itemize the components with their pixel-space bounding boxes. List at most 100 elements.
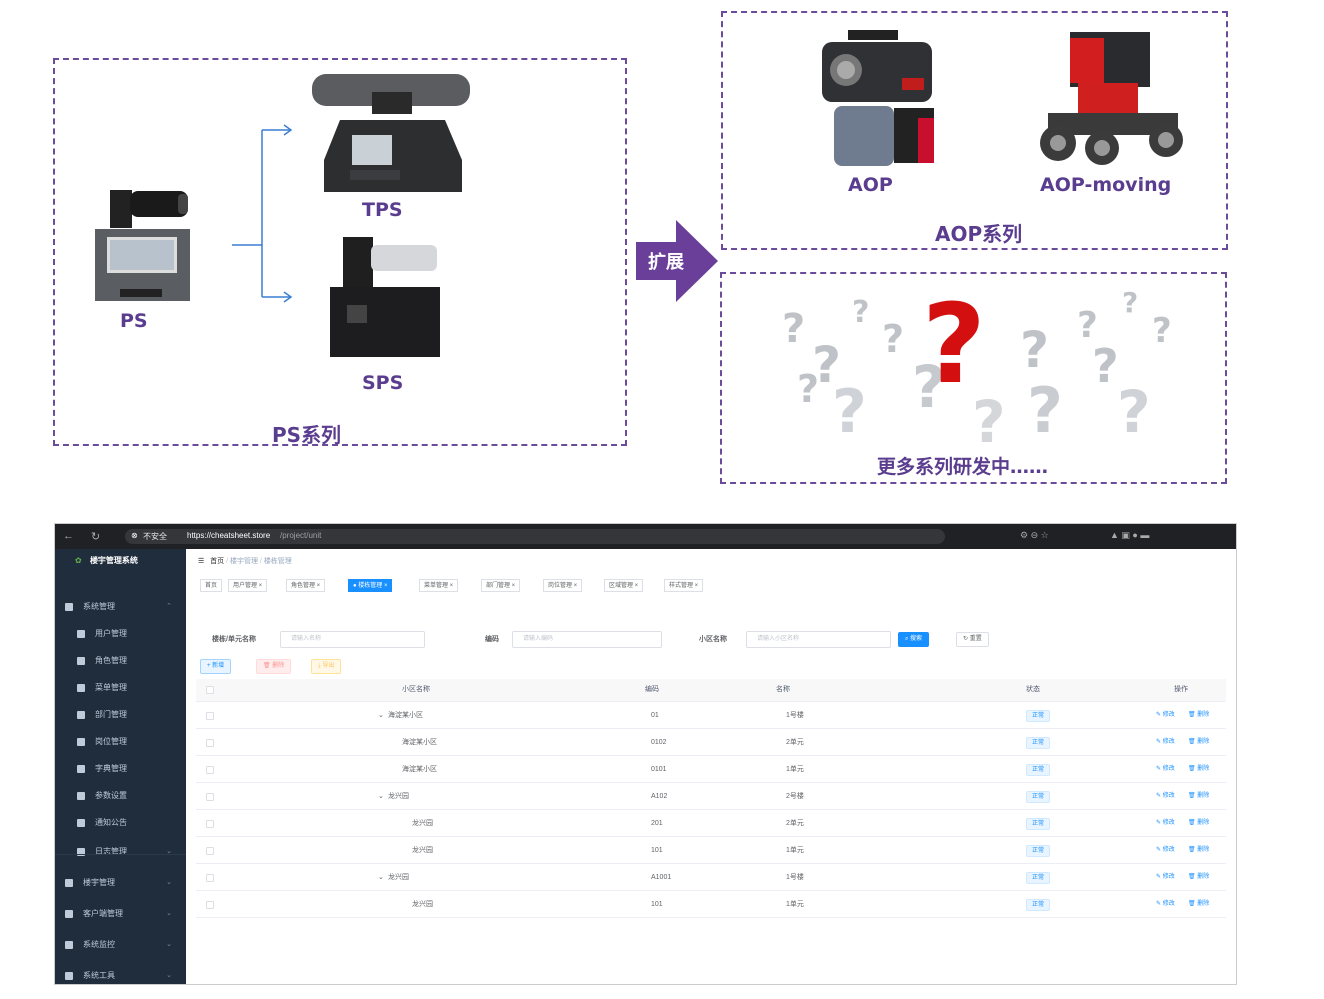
delete-row-button[interactable]: 🗑 删除 [1188,702,1209,729]
delete-row-button[interactable]: 🗑 删除 [1188,891,1209,918]
tab-item[interactable]: 样式管理 × [664,579,704,592]
expand-icon[interactable]: ⌄ [378,783,384,810]
sidebar-item[interactable]: 字典管理 [55,755,186,782]
reset-button[interactable]: ↻ 重置 [956,632,989,647]
select-all-checkbox[interactable] [206,686,214,694]
close-icon[interactable]: × [448,583,454,589]
breadcrumb-item[interactable]: 楼宇管理 [230,558,258,565]
hamburger-icon[interactable]: ☰ [198,558,204,565]
table-row: 龙兴园 201 2单元 正常 ✎ 修改 🗑 删除 [196,810,1226,837]
row-checkbox[interactable] [206,793,214,801]
sidebar-item-label: 用户管理 [95,629,127,638]
name-cell: 2单元 [786,820,804,827]
close-icon[interactable]: × [693,583,699,589]
sidebar-item-label: 参数设置 [95,791,127,800]
profile-icons[interactable]: ▲ ▣ ● ▬ [1110,530,1149,541]
tab-item[interactable]: 菜单管理 × [419,579,459,592]
sidebar-item[interactable]: 岗位管理 [55,728,186,755]
dept-icon [77,711,85,719]
tab-item[interactable]: 首页 [200,579,223,592]
name-cell: 2单元 [786,739,804,746]
sidebar-item[interactable]: 角色管理 [55,647,186,674]
delete-row-button[interactable]: 🗑 删除 [1188,810,1209,837]
name-cell: 1单元 [786,847,804,854]
close-icon[interactable]: × [633,583,639,589]
edit-button[interactable]: ✎ 修改 [1156,864,1175,891]
row-checkbox[interactable] [206,901,214,909]
edit-button[interactable]: ✎ 修改 [1156,729,1175,756]
sidebar-item[interactable]: 系统工具 ⌄ [55,962,186,984]
svg-text:?: ? [852,295,869,330]
tab-item[interactable]: 用户管理 × [228,579,268,592]
name-search-input[interactable]: 请输入名称 [280,631,425,648]
edit-button[interactable]: ✎ 修改 [1156,891,1175,918]
row-checkbox[interactable] [206,739,214,747]
row-checkbox[interactable] [206,874,214,882]
delete-row-button[interactable]: 🗑 删除 [1188,783,1209,810]
close-icon[interactable]: × [510,583,516,589]
row-checkbox[interactable] [206,847,214,855]
delete-button[interactable]: 🗑 删除 [256,659,292,674]
tab-item[interactable]: 区域管理 × [604,579,644,592]
code-cell: 101 [651,847,663,854]
question-marks-image: ? ? ? ? ? ? ? ? ? ? ? ? ? ? ? ? [782,282,1172,450]
edit-button[interactable]: ✎ 修改 [1156,702,1175,729]
sidebar-item[interactable]: 客户端管理 ⌄ [55,900,186,927]
edit-button[interactable]: ✎ 修改 [1156,810,1175,837]
chevron-icon: ⌄ [166,910,172,917]
edit-button[interactable]: ✎ 修改 [1156,756,1175,783]
tab-item[interactable]: 部门管理 × [481,579,521,592]
close-icon[interactable]: × [257,583,263,589]
address-bar[interactable]: ⊗ 不安全 https://cheatsheet.store /project/… [125,529,945,544]
row-checkbox[interactable] [206,712,214,720]
sidebar-item[interactable]: 用户管理 [55,620,186,647]
reload-icon[interactable]: ↻ [91,530,100,543]
tab-item[interactable]: 岗位管理 × [543,579,583,592]
delete-row-button[interactable]: 🗑 删除 [1188,837,1209,864]
sidebar-item[interactable]: 系统监控 ⌄ [55,931,186,958]
code-cell: 01 [651,712,659,719]
row-checkbox[interactable] [206,820,214,828]
svg-text:?: ? [797,367,819,411]
community-search-input[interactable]: 请输入小区名称 [746,631,891,648]
extension-icons[interactable]: ⚙ ⊖ ☆ [1020,530,1049,541]
tab-label: 样式管理 [669,583,694,589]
security-label: 不安全 [143,532,167,541]
community-cell: 龙兴园 [388,793,409,800]
edit-button[interactable]: ✎ 修改 [1156,837,1175,864]
row-checkbox[interactable] [206,766,214,774]
status-badge: 正常 [1026,764,1051,776]
delete-row-button[interactable]: 🗑 删除 [1188,864,1209,891]
sidebar-item[interactable]: 部门管理 [55,701,186,728]
code-search-input[interactable]: 请输入编码 [512,631,662,648]
sidebar-item[interactable]: 菜单管理 [55,674,186,701]
logo-icon: ✿ [75,556,82,565]
tab-item[interactable]: 角色管理 × [286,579,326,592]
breadcrumb-item[interactable]: 首页 [210,558,224,565]
sidebar-item-label: 楼宇管理 [83,878,115,887]
sps-label: SPS [362,372,404,394]
sidebar-item[interactable]: 楼宇管理 ⌄ [55,869,186,896]
sidebar-item[interactable]: 系统管理 ⌃ [55,593,186,620]
sidebar-item[interactable]: 日志管理 ⌄ [55,838,186,865]
close-icon[interactable]: × [572,583,578,589]
expand-icon[interactable]: ⌄ [378,702,384,729]
expand-icon[interactable]: ⌄ [378,864,384,891]
sidebar-item[interactable]: 参数设置 [55,782,186,809]
export-button[interactable]: ⤓ 导出 [311,659,342,674]
chevron-icon: ⌄ [166,941,172,948]
add-button[interactable]: + 新增 [200,659,232,674]
code-cell: 0101 [651,766,667,773]
tab-active[interactable]: ● 楼栋管理 × [348,579,393,592]
sidebar-item[interactable]: 通知公告 [55,809,186,836]
code-cell: A1001 [651,874,672,881]
delete-row-button[interactable]: 🗑 删除 [1188,756,1209,783]
close-icon[interactable]: × [382,583,388,589]
search-button[interactable]: ⌕ 搜索 [898,632,930,647]
client-icon [65,910,73,918]
delete-row-button[interactable]: 🗑 删除 [1188,729,1209,756]
svg-text:?: ? [1152,311,1172,351]
close-icon[interactable]: × [315,583,321,589]
edit-button[interactable]: ✎ 修改 [1156,783,1175,810]
back-icon[interactable]: ← [63,530,74,542]
